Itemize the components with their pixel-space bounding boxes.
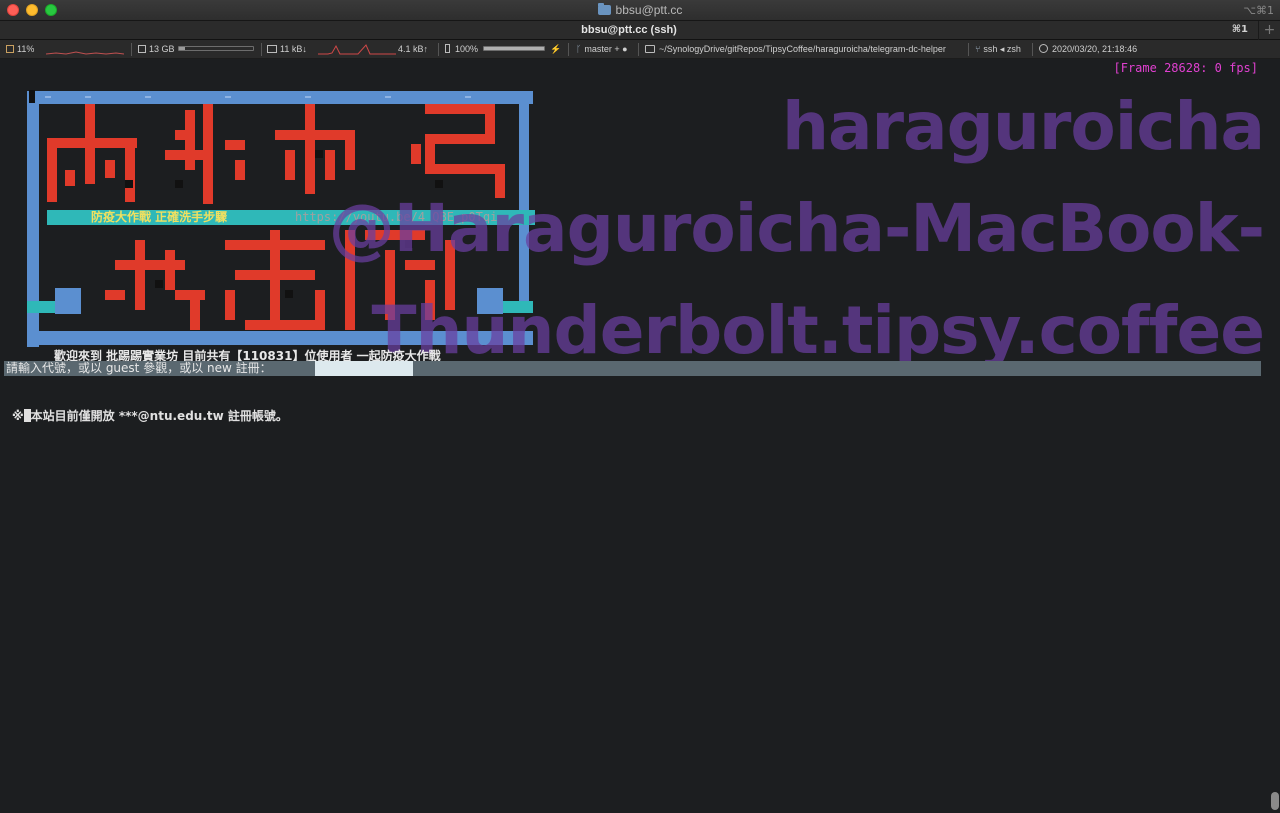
notice-text: 本站目前僅開放 ***@ntu.edu.tw 註冊帳號。: [30, 409, 288, 423]
path-value: ~/SynologyDrive/gitRepos/TipsyCoffee/har…: [659, 44, 946, 54]
tab-bar: bbsu@ptt.cc (ssh) ⌘1 +: [0, 21, 1280, 40]
separator: [568, 43, 569, 56]
git-branch-status[interactable]: ᚴ master + ●: [576, 44, 628, 55]
separator: [131, 43, 132, 56]
folder-icon: [645, 45, 655, 53]
memory-gauge: [178, 46, 254, 51]
login-prompt-text: 請輸入代號，或以 guest 參觀，或以 new 註冊：: [6, 361, 272, 375]
network-icon: [267, 45, 277, 53]
job-value: ssh ◂ zsh: [983, 44, 1021, 54]
new-tab-button[interactable]: +: [1258, 21, 1280, 40]
net-up-value: 4.1 kB↑: [398, 44, 429, 54]
tab-shortcut: ⌘1: [1231, 24, 1248, 35]
text-cursor: [23, 409, 31, 422]
window-title-text: bbsu@ptt.cc: [615, 3, 683, 17]
login-id-input[interactable]: [315, 361, 413, 376]
network-down-status: 11 kB↓: [267, 44, 307, 55]
art-banner-strip: 防疫大作戰 正確洗手步驟 https://youtu.be/4_QBE_p0Tq…: [47, 210, 535, 225]
window-title: bbsu@ptt.cc: [0, 3, 1280, 17]
banner-text: 防疫大作戰 正確洗手步驟: [91, 210, 228, 224]
datetime-value: 2020/03/20, 21:18:46: [1052, 44, 1138, 54]
cpu-status: 11%: [6, 44, 34, 55]
clock-status: 2020/03/20, 21:18:46: [1039, 44, 1137, 55]
battery-gauge: [483, 46, 545, 51]
separator: [438, 43, 439, 56]
separator: [968, 43, 969, 56]
cpu-icon: [6, 45, 14, 53]
status-bar: 11% 13 GB 11 kB↓ 4.1 kB↑ 100% ⚡ ᚴ master …: [0, 40, 1280, 59]
battery-status: 100%: [445, 44, 478, 55]
memory-value: 13 GB: [149, 44, 175, 54]
cpu-value: 11%: [17, 44, 35, 54]
notice-prefix: ※: [12, 409, 24, 423]
window-shortcut: ⌥⌘1: [1243, 4, 1274, 17]
net-down-value: 11 kB↓: [280, 44, 307, 54]
separator: [638, 43, 639, 56]
network-sparkline: [318, 44, 396, 55]
path-status[interactable]: ~/SynologyDrive/gitRepos/TipsyCoffee/har…: [645, 44, 946, 55]
folder-icon: [597, 3, 611, 15]
registration-notice: ※ 本站目前僅開放 ***@ntu.edu.tw 註冊帳號。: [12, 407, 288, 424]
git-branch-icon: ᚴ: [576, 44, 582, 54]
clock-icon: [1039, 44, 1048, 53]
job-status: ⑂ ssh ◂ zsh: [975, 44, 1021, 55]
battery-icon: [445, 44, 450, 53]
battery-value: 100%: [455, 44, 479, 54]
login-prompt-row: 請輸入代號，或以 guest 參觀，或以 new 註冊：: [4, 361, 1261, 376]
scrollbar-thumb[interactable]: [1271, 792, 1279, 810]
git-branch-value: master + ●: [584, 44, 628, 54]
terminal-area[interactable]: [Frame 28628: 0 fps] 防疫大作戰 正確洗手步驟 https:…: [0, 59, 1280, 813]
tab-ssh-session[interactable]: bbsu@ptt.cc (ssh): [0, 21, 1258, 40]
cpu-sparkline: [46, 51, 124, 55]
title-bar: bbsu@ptt.cc ⌥⌘1: [0, 0, 1280, 21]
charging-icon: ⚡: [550, 44, 562, 54]
separator: [261, 43, 262, 56]
watermark-line-1: haraguroicha: [781, 88, 1265, 165]
banner-url[interactable]: https://youtu.be/4_QBE_p0Tqi: [295, 210, 497, 225]
ascii-art-banner: 防疫大作戰 正確洗手步驟 https://youtu.be/4_QBE_p0Tq…: [25, 90, 535, 348]
frame-counter: [Frame 28628: 0 fps]: [1113, 61, 1259, 75]
memory-icon: [138, 45, 146, 53]
separator: [1032, 43, 1033, 56]
memory-status: 13 GB: [138, 44, 175, 55]
process-icon: ⑂: [975, 44, 981, 54]
